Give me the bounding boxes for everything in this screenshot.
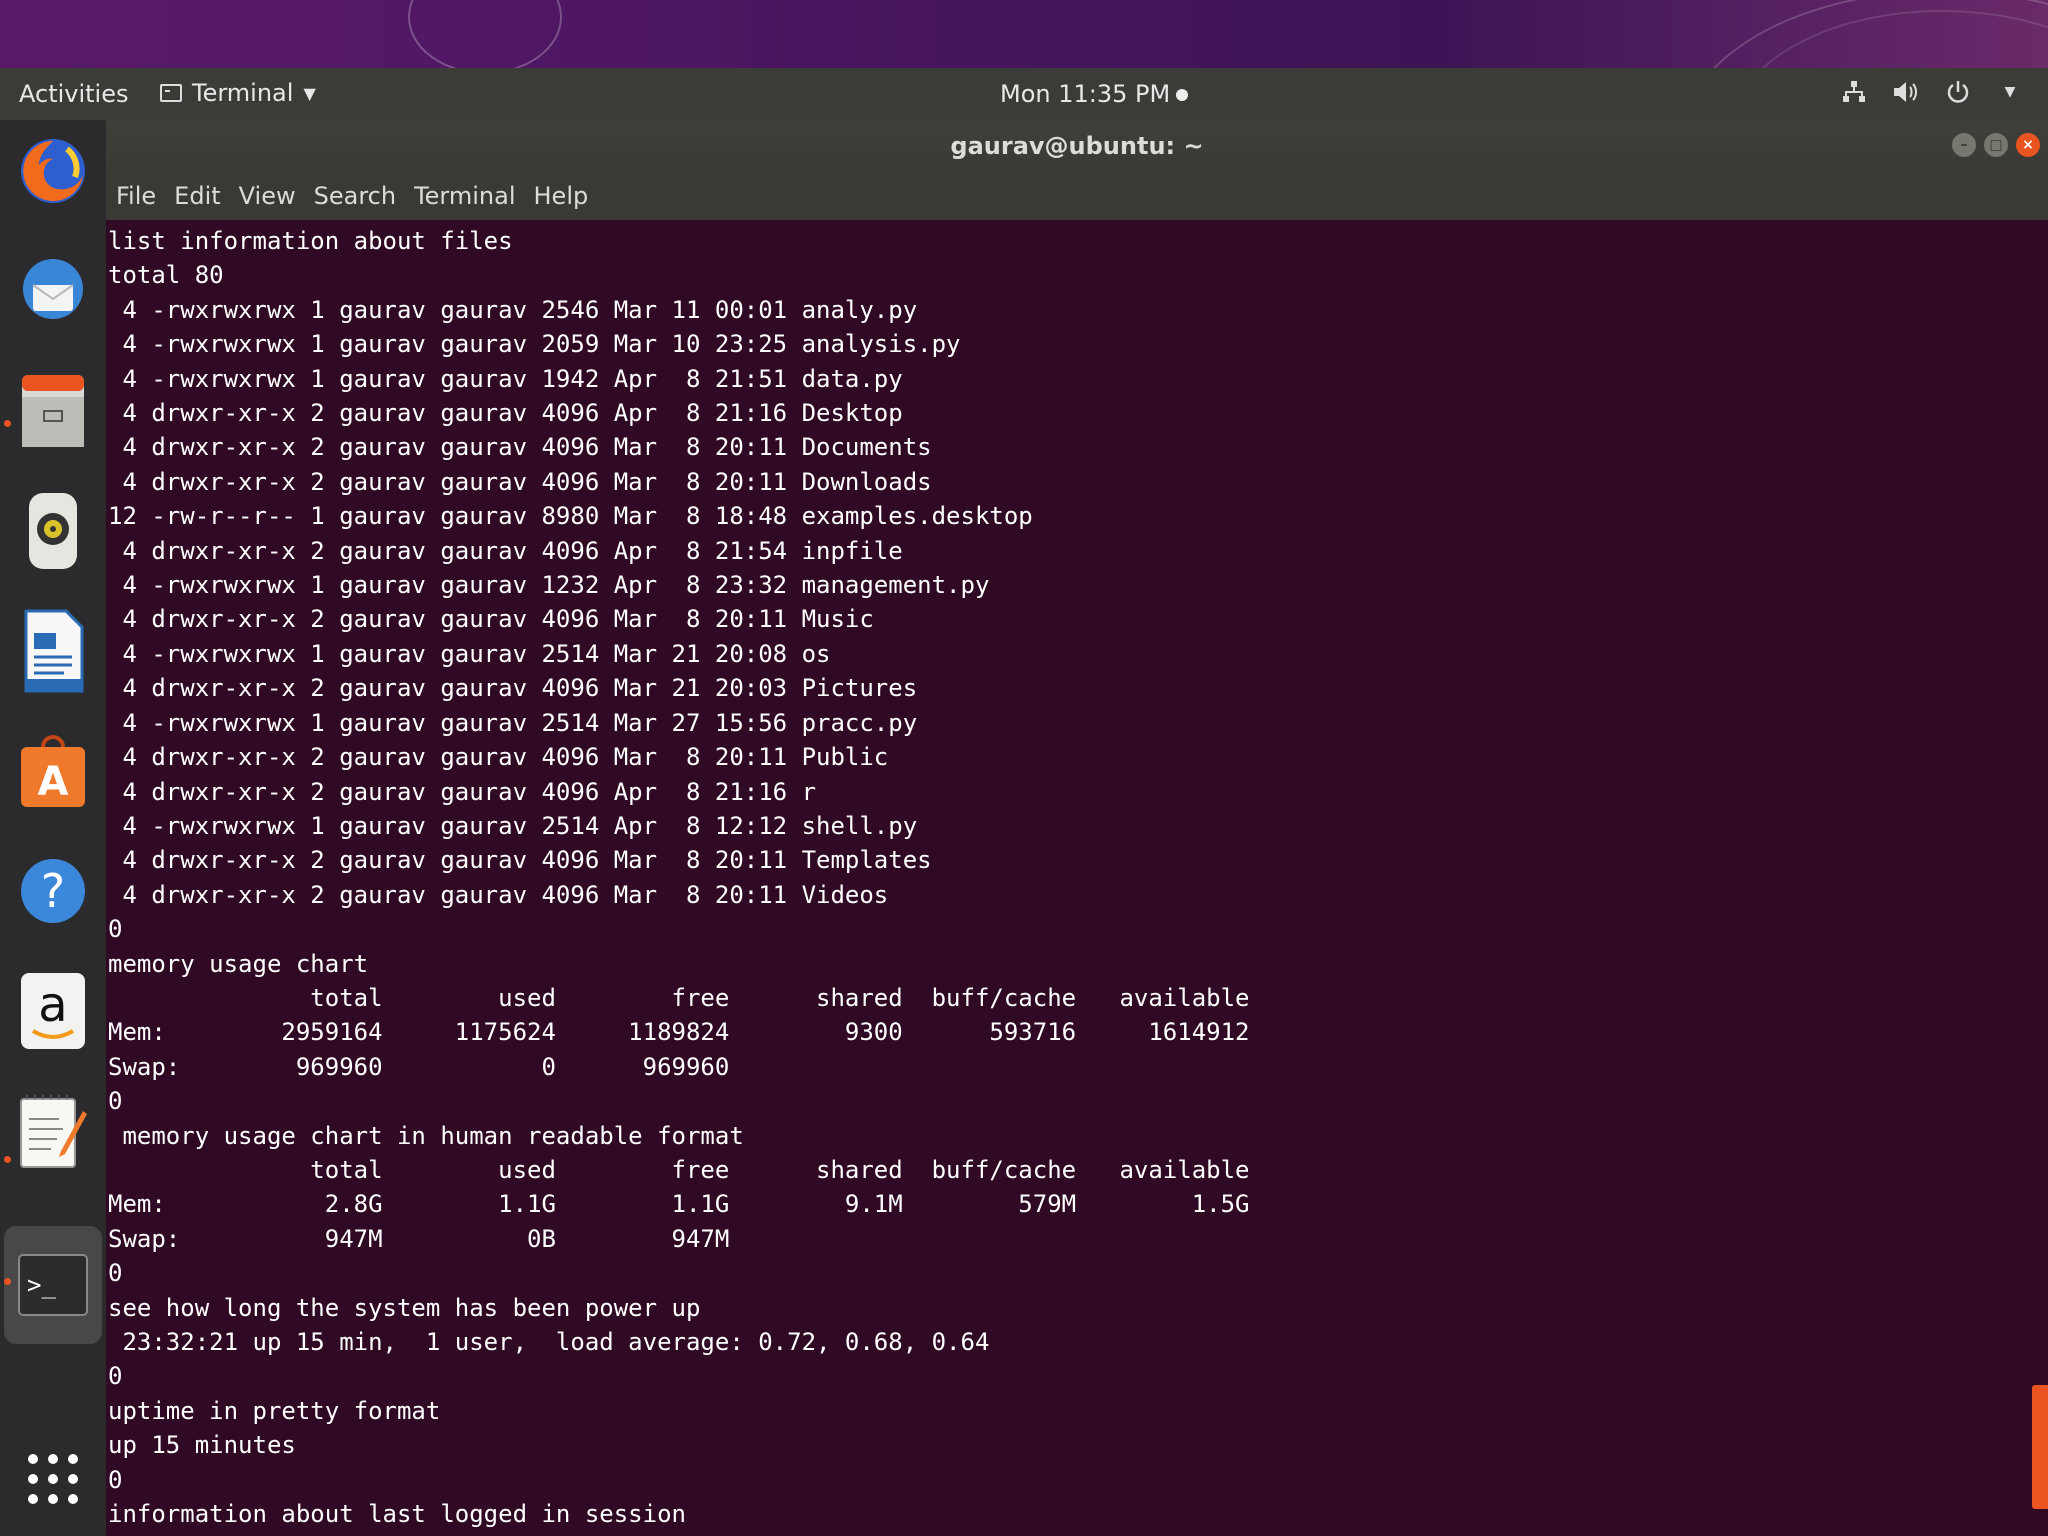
terminal-line: 4 drwxr-xr-x 2 gaurav gaurav 4096 Apr 8 …: [108, 399, 903, 428]
menu-terminal[interactable]: Terminal: [414, 182, 515, 210]
terminal-line: uptime in pretty format: [108, 1396, 441, 1425]
dock-show-applications[interactable]: [14, 1440, 92, 1518]
terminal-line: Swap: 947M 0B 947M: [108, 1224, 730, 1253]
scrollbar-thumb[interactable]: [2032, 1385, 2048, 1509]
dock-thunderbird[interactable]: [14, 252, 92, 330]
terminal-line: list information about files: [108, 227, 513, 255]
menu-search[interactable]: Search: [314, 182, 396, 210]
terminal-line: 0: [108, 1087, 123, 1116]
terminal-line: memory usage chart: [108, 949, 369, 978]
terminal-line: 4 drwxr-xr-x 2 gaurav gaurav 4096 Mar 8 …: [108, 467, 932, 496]
desktop-wallpaper: [0, 0, 2048, 68]
notification-dot-icon: [1176, 89, 1189, 101]
terminal-output[interactable]: list information about files total 80 4 -…: [106, 220, 2030, 1536]
dock-text-editor[interactable]: [14, 1092, 92, 1170]
terminal-line: memory usage chart in human readable for…: [108, 1121, 744, 1150]
terminal-line: 0: [108, 1362, 123, 1391]
terminal-line: 4 drwxr-xr-x 2 gaurav gaurav 4096 Mar 8 …: [108, 846, 932, 875]
amazon-glyph: a: [38, 977, 67, 1033]
terminal-line: 23:32:21 up 15 min, 1 user, load average…: [108, 1328, 990, 1356]
terminal-glyph: >_: [27, 1271, 56, 1299]
software-icon: A: [21, 735, 85, 807]
terminal-line: see how long the system has been power u…: [108, 1293, 701, 1322]
terminal-line: up 15 minutes: [108, 1431, 296, 1460]
terminal-line: information about last logged in session: [108, 1500, 686, 1529]
terminal-line: 4 drwxr-xr-x 2 gaurav gaurav 4096 Mar 21…: [108, 674, 918, 703]
clock-button[interactable]: Mon 11:35 PM: [1000, 80, 1189, 108]
system-tray[interactable]: ▼: [1840, 78, 2024, 106]
volume-icon[interactable]: [1892, 78, 1920, 106]
menu-file[interactable]: File: [116, 182, 156, 210]
terminal-line: 4 drwxr-xr-x 2 gaurav gaurav 4096 Mar 8 …: [108, 433, 932, 462]
dock-software[interactable]: A: [14, 732, 92, 810]
dock: A ? a >_: [0, 120, 106, 1536]
terminal-line: 4 drwxr-xr-x 2 gaurav gaurav 4096 Mar 8 …: [108, 880, 889, 909]
amazon-icon: a: [21, 973, 85, 1049]
terminal-line: 4 -rwxrwxrwx 1 gaurav gaurav 2546 Mar 11…: [108, 295, 918, 324]
terminal-icon: >_: [18, 1254, 88, 1316]
menu-edit[interactable]: Edit: [174, 182, 220, 210]
terminal-line: 4 -rwxrwxrwx 1 gaurav gaurav 2059 Mar 10…: [108, 330, 961, 359]
terminal-line: 4 -rwxrwxrwx 1 gaurav gaurav 2514 Mar 21…: [108, 639, 831, 668]
terminal-scrollbar[interactable]: [2032, 220, 2048, 1536]
writer-icon: [24, 609, 84, 693]
terminal-line: 4 -rwxrwxrwx 1 gaurav gaurav 1942 Apr 8 …: [108, 364, 903, 393]
chevron-down-icon: ▼: [303, 83, 316, 103]
terminal-line: 0: [108, 1465, 123, 1494]
terminal-line: 4 -rwxrwxrwx 1 gaurav gaurav 1232 Apr 8 …: [108, 571, 990, 600]
terminal-line: Swap: 969960 0 969960: [108, 1052, 730, 1081]
dock-amazon[interactable]: a: [14, 972, 92, 1050]
terminal-line: total used free shared buff/cache availa…: [108, 983, 1250, 1012]
dock-help[interactable]: ?: [14, 852, 92, 930]
app-grid-icon: [28, 1454, 78, 1504]
clock-label: Mon 11:35 PM: [1000, 80, 1171, 108]
terminal-line: 4 drwxr-xr-x 2 gaurav gaurav 4096 Mar 8 …: [108, 605, 874, 634]
network-icon[interactable]: [1840, 78, 1868, 106]
terminal-line: 4 drwxr-xr-x 2 gaurav gaurav 4096 Apr 8 …: [108, 536, 903, 565]
terminal-icon: [160, 84, 182, 102]
dock-files[interactable]: [14, 372, 92, 450]
activities-button[interactable]: Activities: [19, 80, 129, 108]
window-title: gaurav@ubuntu: ~: [950, 132, 1204, 160]
terminal-line: total 80: [108, 261, 224, 290]
dock-rhythmbox[interactable]: [14, 492, 92, 570]
terminal-window: gaurav@ubuntu: ~ – □ × File Edit View Se…: [106, 120, 2048, 1536]
software-glyph: A: [38, 759, 69, 805]
window-controls: – □ ×: [1952, 133, 2040, 157]
terminal-line: 4 drwxr-xr-x 2 gaurav gaurav 4096 Apr 8 …: [108, 777, 817, 806]
app-menu-button[interactable]: Terminal ▼: [160, 79, 316, 107]
text-editor-icon: [20, 1095, 87, 1168]
firefox-icon: [21, 139, 85, 203]
files-icon: [22, 375, 84, 447]
menu-help[interactable]: Help: [534, 182, 589, 210]
terminal-line: 12 -rw-r--r-- 1 gaurav gaurav 8980 Mar 8…: [108, 502, 1033, 531]
terminal-line: 0: [108, 1259, 123, 1288]
terminal-line: 4 -rwxrwxrwx 1 gaurav gaurav 2514 Mar 27…: [108, 708, 918, 737]
help-glyph: ?: [41, 864, 65, 918]
dock-firefox[interactable]: [14, 132, 92, 210]
terminal-line: total used free shared buff/cache availa…: [108, 1155, 1250, 1184]
terminal-line: Mem: 2.8G 1.1G 1.1G 9.1M 579M 1.5G: [108, 1190, 1250, 1219]
menu-view[interactable]: View: [239, 182, 296, 210]
terminal-line: 4 -rwxrwxrwx 1 gaurav gaurav 2514 Apr 8 …: [108, 811, 918, 840]
terminal-line: 0: [108, 915, 123, 944]
dock-terminal[interactable]: >_: [4, 1226, 102, 1344]
minimize-icon[interactable]: –: [1952, 133, 1976, 157]
dock-writer[interactable]: [14, 609, 92, 693]
terminal-line: Mem: 2959164 1175624 1189824 9300 593716…: [108, 1018, 1250, 1047]
power-icon[interactable]: [1944, 78, 1972, 106]
app-menu-label: Terminal: [192, 79, 294, 107]
menu-bar: File Edit View Search Terminal Help: [106, 172, 2048, 220]
window-titlebar[interactable]: gaurav@ubuntu: ~ – □ ×: [106, 120, 2048, 172]
terminal-line: 4 drwxr-xr-x 2 gaurav gaurav 4096 Mar 8 …: [108, 743, 889, 772]
thunderbird-icon: [23, 259, 83, 319]
close-icon[interactable]: ×: [2016, 133, 2040, 157]
maximize-icon[interactable]: □: [1984, 133, 2008, 157]
chevron-down-icon[interactable]: ▼: [1996, 78, 2024, 106]
help-icon: ?: [21, 859, 85, 923]
top-panel: Activities Terminal ▼ Mon 11:35 PM ▼: [0, 68, 2048, 120]
rhythmbox-icon: [29, 493, 77, 569]
